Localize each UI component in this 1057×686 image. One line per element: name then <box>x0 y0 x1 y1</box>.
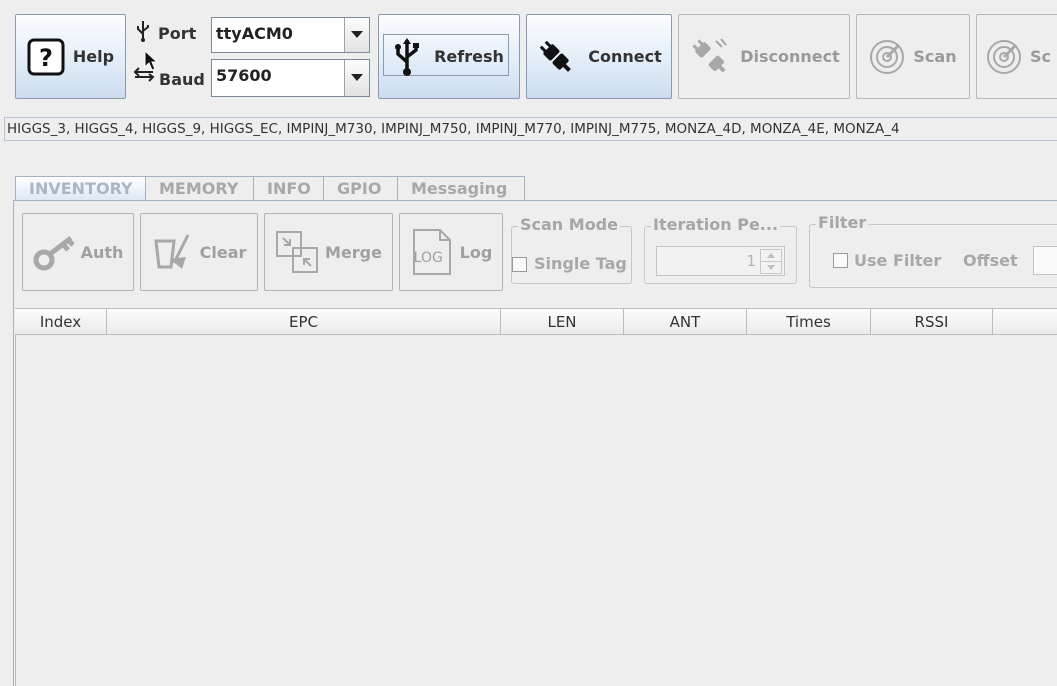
key-icon <box>33 232 75 272</box>
offset-label: Offset <box>963 251 1018 270</box>
help-icon: ? <box>27 38 65 76</box>
merge-label: Merge <box>325 242 382 262</box>
tab-messaging[interactable]: Messaging <box>397 176 525 200</box>
scan-secondary-label: Sc <box>1030 47 1052 66</box>
column-header-index[interactable]: Index <box>15 309 107 334</box>
log-icon-text: LOG <box>413 250 443 266</box>
disconnect-button[interactable]: Disconnect <box>678 14 850 99</box>
offset-input[interactable] <box>1033 246 1057 275</box>
single-tag-label: Single Tag <box>534 254 627 273</box>
refresh-label: Refresh <box>434 47 504 66</box>
baud-value: 57600 <box>216 66 272 85</box>
chevron-down-icon[interactable] <box>344 60 369 96</box>
tab-inventory[interactable]: INVENTORY <box>15 176 146 200</box>
baud-select[interactable]: 57600 <box>211 59 370 97</box>
scan-mode-legend: Scan Mode <box>518 215 620 234</box>
auth-button[interactable]: Auth <box>22 213 134 291</box>
tab-gpio[interactable]: GPIO <box>323 176 398 200</box>
scan-label: Scan <box>913 47 957 66</box>
connect-label: Connect <box>588 47 662 66</box>
column-header-len[interactable]: LEN <box>501 309 624 334</box>
iteration-spinner[interactable]: 1 <box>656 246 785 276</box>
column-header-times[interactable]: Times <box>747 309 871 334</box>
port-value: ttyACM0 <box>216 24 293 43</box>
radar-icon <box>986 39 1022 75</box>
iteration-value: 1 <box>746 252 756 270</box>
scan-secondary-button[interactable]: Sc <box>976 14 1057 99</box>
baud-label: Baud <box>159 70 205 89</box>
refresh-button[interactable]: Refresh <box>378 14 520 99</box>
help-button[interactable]: ? Help <box>15 14 126 99</box>
spinner-down-icon[interactable] <box>760 261 782 274</box>
log-file-icon: LOG <box>410 228 454 276</box>
plug-disconnected-icon <box>688 37 732 77</box>
inventory-table[interactable] <box>15 308 1057 686</box>
single-tag-checkbox[interactable] <box>512 257 527 272</box>
port-select[interactable]: ttyACM0 <box>211 17 370 53</box>
scan-button[interactable]: Scan <box>856 14 970 99</box>
chip-list-text: HIGGS_3, HIGGS_4, HIGGS_9, HIGGS_EC, IMP… <box>4 117 1057 141</box>
column-header-rssi[interactable]: RSSI <box>871 309 993 334</box>
merge-button[interactable]: Merge <box>264 213 393 291</box>
plug-connected-icon <box>536 37 576 77</box>
use-filter-label: Use Filter <box>854 251 942 270</box>
clear-label: Clear <box>199 242 247 262</box>
use-filter-checkbox[interactable] <box>833 253 848 268</box>
svg-text:?: ? <box>39 44 53 72</box>
column-header-epc[interactable]: EPC <box>107 309 501 334</box>
chevron-down-icon[interactable] <box>344 18 369 52</box>
disconnect-label: Disconnect <box>740 47 840 66</box>
tab-memory[interactable]: MEMORY <box>145 176 254 200</box>
column-header-extra <box>993 309 1057 334</box>
table-header: Index EPC LEN ANT Times RSSI <box>15 308 1057 335</box>
clear-button[interactable]: Clear <box>140 213 258 291</box>
column-header-ant[interactable]: ANT <box>624 309 747 334</box>
mouse-cursor-icon <box>144 49 159 76</box>
usb-icon <box>394 37 420 76</box>
help-label: Help <box>72 47 115 66</box>
radar-icon <box>869 39 905 75</box>
broom-bucket-icon <box>152 231 194 273</box>
auth-label: Auth <box>80 242 124 262</box>
tab-info[interactable]: INFO <box>253 176 324 200</box>
port-label: Port <box>158 24 197 43</box>
log-label: Log <box>459 242 493 262</box>
filter-legend: Filter <box>816 213 869 232</box>
iteration-legend: Iteration Pe... <box>651 215 781 234</box>
merge-icon <box>275 230 319 274</box>
connect-button[interactable]: Connect <box>526 14 672 99</box>
log-button[interactable]: LOG Log <box>399 213 503 291</box>
usb-icon <box>135 20 151 46</box>
